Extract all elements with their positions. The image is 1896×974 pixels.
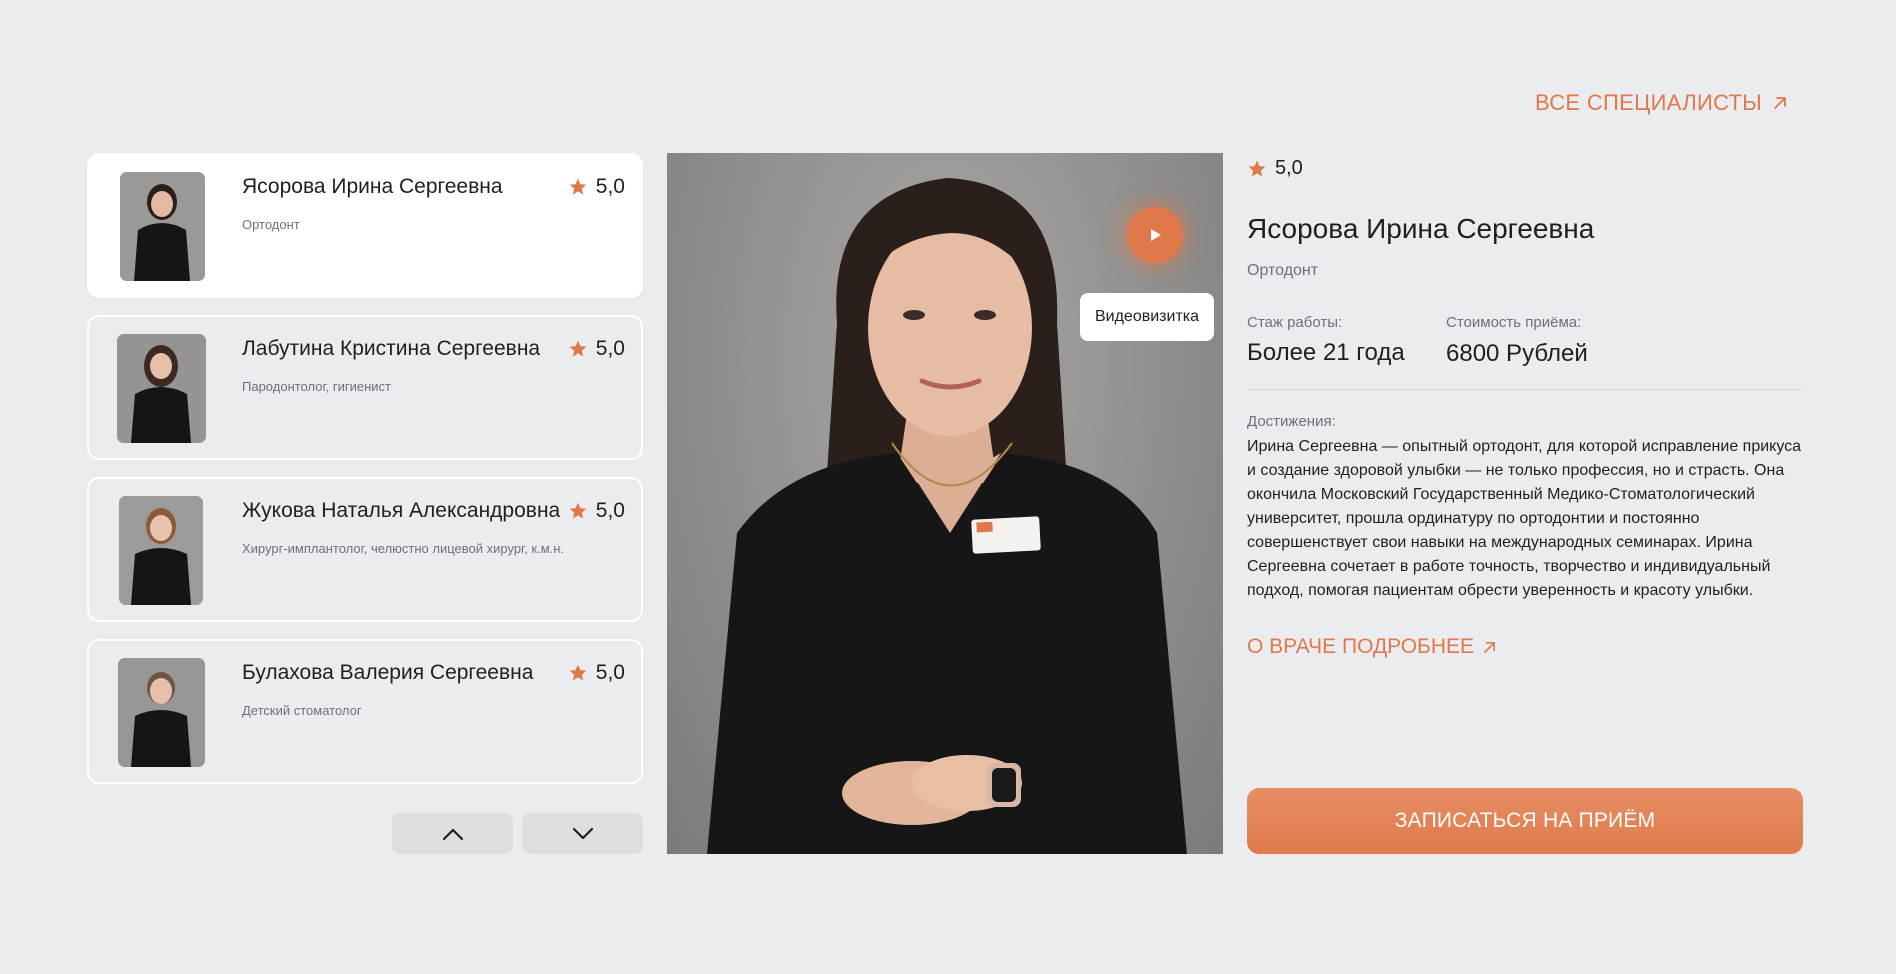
doctor-specialty: Пародонтолог, гигиенист [242, 379, 391, 394]
doctor-list: Ясорова Ирина Сергеевна Ортодонт 5,0 Лаб… [87, 153, 643, 801]
list-down-button[interactable] [522, 813, 643, 854]
experience-stat: Стаж работы: Более 21 года [1247, 314, 1446, 368]
doctor-name: Лабутина Кристина Сергеевна [242, 337, 541, 360]
doctor-info-panel: 5,0 Ясорова Ирина Сергеевна Ортодонт Ста… [1247, 153, 1803, 659]
doctor-rating: 5,0 [568, 499, 625, 523]
doctor-stats: Стаж работы: Более 21 года Стоимость при… [1247, 314, 1803, 368]
doctor-thumbnail [119, 496, 203, 605]
achievements-text: Ирина Сергеевна — опытный ортодонт, для … [1247, 438, 1802, 599]
doctor-name: Жукова Наталья Александровна [242, 499, 561, 522]
doctor-rating: 5,0 [568, 175, 625, 199]
doctor-thumbnail [117, 334, 206, 443]
doctor-card[interactable]: Булахова Валерия Сергеевна Детский стома… [87, 639, 643, 784]
doctor-card[interactable]: Ясорова Ирина Сергеевна Ортодонт 5,0 [87, 153, 643, 298]
doctor-thumbnail [118, 658, 205, 767]
list-up-button[interactable] [392, 813, 513, 854]
doctor-thumbnail [120, 172, 205, 281]
doctor-name: Ясорова Ирина Сергеевна [242, 175, 503, 198]
star-icon [569, 664, 587, 681]
rating-value: 5,0 [1275, 157, 1303, 179]
doctor-card[interactable]: Лабутина Кристина Сергеевна Пародонтолог… [87, 315, 643, 460]
rating-value: 5,0 [595, 175, 625, 198]
experience-value: Более 21 года [1247, 339, 1405, 366]
chevron-up-icon [442, 828, 463, 840]
rating-value: 5,0 [595, 499, 625, 522]
doctor-full-name: Ясорова Ирина Сергеевна [1247, 213, 1595, 244]
star-icon [569, 178, 587, 195]
doctor-specialty: Детский стоматолог [242, 703, 362, 718]
doctor-rating: 5,0 [568, 337, 625, 361]
book-appointment-button[interactable]: ЗАПИСАТЬСЯ НА ПРИЁМ [1247, 788, 1803, 854]
arrow-up-right-icon [1774, 97, 1786, 109]
price-label: Стоимость приёма: [1446, 314, 1582, 331]
doctor-rating: 5,0 [568, 661, 625, 685]
experience-label: Стаж работы: [1247, 314, 1343, 331]
all-specialists-link[interactable]: ВСЕ СПЕЦИАЛИСТЫ [1535, 90, 1788, 116]
detail-rating: 5,0 [1247, 157, 1803, 180]
all-specialists-label: ВСЕ СПЕЦИАЛИСТЫ [1535, 90, 1763, 115]
doctor-name: Булахова Валерия Сергеевна [242, 661, 534, 684]
play-icon [1151, 229, 1161, 241]
doctor-card[interactable]: Жукова Наталья Александровна Хирург-импл… [87, 477, 643, 622]
star-icon [1248, 160, 1266, 176]
price-stat: Стоимость приёма: 6800 Рублей [1446, 314, 1588, 368]
play-video-button[interactable] [1127, 207, 1183, 263]
arrow-up-right-icon [1483, 641, 1496, 653]
doctor-details-label: О ВРАЧЕ ПОДРОБНЕЕ [1247, 635, 1475, 658]
divider [1247, 389, 1803, 390]
star-icon [569, 340, 587, 357]
star-icon [569, 502, 587, 519]
rating-value: 5,0 [595, 337, 625, 360]
doctor-specialty: Ортодонт [1247, 262, 1319, 279]
doctor-specialty: Ортодонт [242, 217, 300, 232]
rating-value: 5,0 [595, 661, 625, 684]
doctor-details-link[interactable]: О ВРАЧЕ ПОДРОБНЕЕ [1247, 635, 1497, 659]
video-card-label[interactable]: Видеовизитка [1080, 293, 1214, 341]
doctor-specialty: Хирург-имплантолог, челюстно лицевой хир… [242, 541, 565, 556]
achievements-label: Достижения: [1247, 413, 1336, 430]
price-value: 6800 Рублей [1446, 340, 1588, 367]
chevron-down-icon [572, 827, 593, 839]
